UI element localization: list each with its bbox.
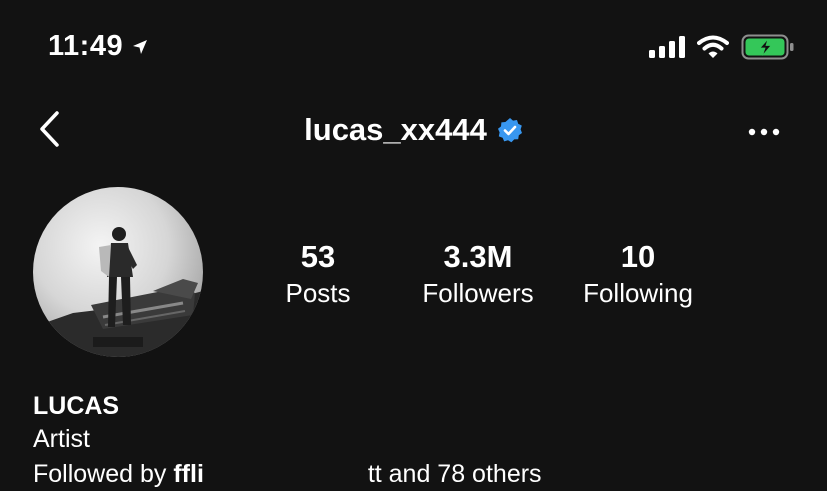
status-indicators xyxy=(649,34,795,60)
profile-stats: 53 Posts 3.3M Followers 10 Following xyxy=(238,238,758,310)
stat-label: Posts xyxy=(285,278,351,308)
stat-count: 10 xyxy=(620,239,656,274)
verified-badge-icon xyxy=(497,117,523,143)
more-options-button[interactable] xyxy=(747,120,781,144)
more-horizontal-icon xyxy=(748,128,780,136)
status-time: 11:49 xyxy=(48,30,124,62)
profile-photo xyxy=(33,227,203,357)
display-name: LUCAS xyxy=(33,392,120,420)
stat-label: Following xyxy=(583,278,693,308)
battery-charging-icon xyxy=(741,34,795,60)
profile-header-title: lucas_xx444 xyxy=(0,112,827,148)
profile-bio: LUCAS Artist xyxy=(33,390,119,456)
stat-posts[interactable]: 53 Posts xyxy=(238,238,398,310)
followed-by-user[interactable]: ffli xyxy=(173,460,204,488)
stat-label: Followers xyxy=(422,278,534,308)
username: lucas_xx444 xyxy=(304,112,487,147)
followed-by-more[interactable]: tt and 78 others xyxy=(368,460,542,488)
profile-category: Artist xyxy=(33,425,90,453)
stat-followers[interactable]: 3.3M Followers xyxy=(398,238,558,310)
wifi-icon xyxy=(697,35,729,59)
status-time-group: 11:49 xyxy=(48,30,149,63)
stat-count: 3.3M xyxy=(443,239,513,274)
profile-avatar[interactable] xyxy=(33,187,203,357)
stat-following[interactable]: 10 Following xyxy=(558,238,718,310)
stat-count: 53 xyxy=(300,239,336,274)
followed-by-prefix: Followed by xyxy=(33,460,167,488)
location-arrow-icon xyxy=(131,38,149,56)
cellular-signal-icon xyxy=(649,36,685,58)
followed-by-line[interactable]: Followed by ffli tt and 78 others xyxy=(33,458,542,491)
